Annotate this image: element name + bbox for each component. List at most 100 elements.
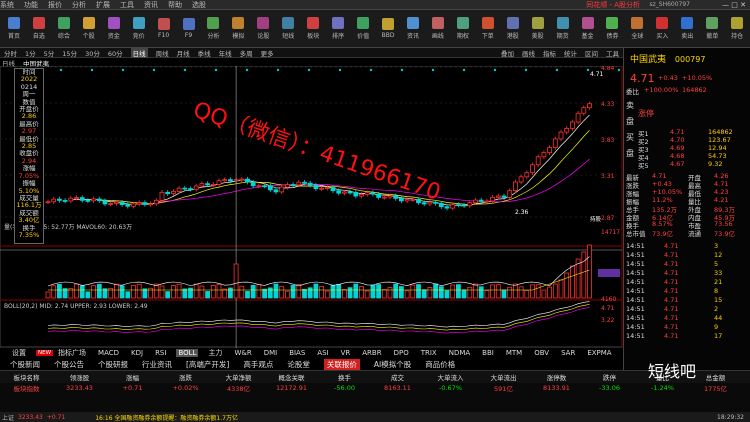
news-tab[interactable]: 行业资讯 <box>142 359 172 370</box>
chart-tool[interactable]: 画线 <box>522 50 535 58</box>
toolbar-button[interactable]: 首页 <box>2 13 26 45</box>
toolbar-button[interactable]: 全球 <box>625 13 649 45</box>
news-tab[interactable]: 商品价格 <box>425 359 455 370</box>
sector-col-header[interactable]: 总金额 <box>689 372 742 382</box>
indicator-tab[interactable]: KDJ <box>129 349 145 357</box>
menu-item[interactable]: 选股 <box>192 1 206 9</box>
chart-tool[interactable]: 统计 <box>564 50 577 58</box>
indicator-tab[interactable]: EXPMA <box>585 349 613 357</box>
chart-tool[interactable]: 区间 <box>585 50 598 58</box>
chart-tool[interactable]: 叠加 <box>501 50 514 58</box>
indicator-tab[interactable]: ARBR <box>360 349 383 357</box>
toolbar-button[interactable]: 板块 <box>301 13 325 45</box>
indicator-tab[interactable]: TRIX <box>419 349 439 357</box>
chart-tool[interactable]: 指标 <box>543 50 556 58</box>
toolbar-button[interactable]: 个股 <box>77 13 101 45</box>
toolbar-button[interactable]: 价值 <box>351 13 375 45</box>
side-tab[interactable]: 卖 <box>626 100 634 111</box>
menu-item[interactable]: 资讯 <box>144 1 158 9</box>
toolbar-button[interactable]: 基金 <box>576 13 600 45</box>
period-tab[interactable]: 日线 <box>130 47 148 58</box>
menu-item[interactable]: 功能 <box>24 1 38 9</box>
sector-col-header[interactable]: 跌停 <box>583 372 636 382</box>
side-tab[interactable]: 盘 <box>626 148 634 159</box>
menu-item[interactable]: 帮助 <box>168 1 182 9</box>
toolbar-button[interactable]: 论股 <box>251 13 275 45</box>
sector-row[interactable]: 板块指数 3233.43 +0.71 +0.02% 4338亿 12172.91 -56.0… <box>0 383 750 393</box>
toolbar-button[interactable]: 画线 <box>426 13 450 45</box>
indicator-tab[interactable]: MACD <box>96 349 121 357</box>
sector-col-header[interactable]: 大单流入 <box>424 372 477 382</box>
indicator-tab[interactable]: DPO <box>392 349 411 357</box>
toolbar-button[interactable]: 排序 <box>326 13 350 45</box>
indicator-tab[interactable]: DMI <box>262 349 280 357</box>
menu-item[interactable]: 工具 <box>120 1 134 9</box>
toolbar-button[interactable]: F9 <box>177 13 201 45</box>
toolbar-button[interactable]: 撤单 <box>700 13 724 45</box>
toolbar-button[interactable]: 下单 <box>476 13 500 45</box>
kline-chart[interactable]: 4.844.333.833.312.872.364.71持股量(手) MAVOL… <box>0 66 623 348</box>
news-tab[interactable]: 高手观点 <box>243 359 273 370</box>
menu-item[interactable]: 分析 <box>72 1 86 9</box>
period-tab[interactable]: 30分 <box>85 48 100 58</box>
news-ticker[interactable]: 16:16 全国融资融券余额提醒：融资融券余额1.7万亿 <box>95 413 238 422</box>
sector-col-header[interactable]: 涨跌 <box>159 372 212 382</box>
period-tab[interactable]: 周线 <box>156 48 169 58</box>
toolbar-button[interactable]: 短线 <box>276 13 300 45</box>
toolbar-button[interactable]: 卖出 <box>675 13 699 45</box>
indicator-tab[interactable]: SAR <box>559 349 577 357</box>
news-tab[interactable]: 论股堂 <box>287 359 310 370</box>
side-tab[interactable]: 盘 <box>626 116 634 127</box>
toolbar-button[interactable]: 资讯 <box>401 13 425 45</box>
period-tab[interactable]: 5分 <box>44 48 55 58</box>
indicator-tab[interactable]: MTM <box>504 349 524 357</box>
toolbar-button[interactable]: 综合 <box>52 13 76 45</box>
sector-col-header[interactable]: 板块名称 <box>0 372 53 382</box>
menu-item[interactable]: 扩展 <box>96 1 110 9</box>
toolbar-button[interactable]: BBD <box>376 13 400 45</box>
period-tab[interactable]: 月线 <box>177 48 190 58</box>
menu-item[interactable]: 系统 <box>0 1 14 9</box>
period-tab[interactable]: 多周 <box>240 48 253 58</box>
sector-col-header[interactable]: 成交 <box>371 372 424 382</box>
news-tab[interactable]: [高端产开发] <box>186 359 229 370</box>
sector-col-header[interactable]: 涨停数 <box>530 372 583 382</box>
toolbar-button[interactable]: 竞价 <box>127 13 151 45</box>
indicator-tab[interactable]: ASI <box>315 349 330 357</box>
indicator-tab[interactable]: VR <box>339 349 353 357</box>
indicator-settings[interactable]: 设置 <box>10 348 28 358</box>
toolbar-button[interactable]: 持仓 <box>725 13 749 45</box>
sector-col-header[interactable]: 领涨股 <box>53 372 106 382</box>
period-tab[interactable]: 年线 <box>219 48 232 58</box>
side-tab[interactable]: 买 <box>626 132 634 143</box>
toolbar-button[interactable]: 美股 <box>526 13 550 45</box>
indicator-tab[interactable]: RSI <box>153 349 168 357</box>
toolbar-button[interactable]: 港股 <box>501 13 525 45</box>
toolbar-button[interactable]: 资金 <box>102 13 126 45</box>
toolbar-button[interactable]: 分析 <box>202 13 226 45</box>
indicator-tab[interactable]: BOLL <box>176 349 199 357</box>
indicator-tab[interactable]: OBV <box>532 349 551 357</box>
period-tab[interactable]: 更多 <box>261 48 274 58</box>
news-tab[interactable]: 个股新闻 <box>10 359 40 370</box>
toolbar-button[interactable]: 买入 <box>650 13 674 45</box>
sector-col-header[interactable]: 大单流出 <box>477 372 530 382</box>
sector-col-header[interactable]: 换手 <box>318 372 371 382</box>
toolbar-button[interactable]: 自选 <box>27 13 51 45</box>
period-tab[interactable]: 60分 <box>108 48 123 58</box>
toolbar-button[interactable]: 债券 <box>601 13 625 45</box>
news-tab[interactable]: 个股公告 <box>54 359 84 370</box>
toolbar-button[interactable]: F10 <box>152 13 176 45</box>
menu-item[interactable]: 报价 <box>48 1 62 9</box>
news-tab[interactable]: 个股研报 <box>98 359 128 370</box>
period-tab[interactable]: 季线 <box>198 48 211 58</box>
period-tab[interactable]: 15分 <box>62 48 77 58</box>
toolbar-button[interactable]: 期权 <box>451 13 475 45</box>
sector-col-header[interactable]: 大单净额 <box>212 372 265 382</box>
indicator-tab[interactable]: W&R <box>232 349 253 357</box>
period-tab[interactable]: 1分 <box>25 48 36 58</box>
chart-tool[interactable]: 工具 <box>606 50 619 58</box>
news-tab[interactable]: AI模拟个股 <box>374 359 411 370</box>
news-tab[interactable]: 关联报价 <box>323 358 360 370</box>
indicator-tab[interactable]: BIAS <box>287 349 307 357</box>
